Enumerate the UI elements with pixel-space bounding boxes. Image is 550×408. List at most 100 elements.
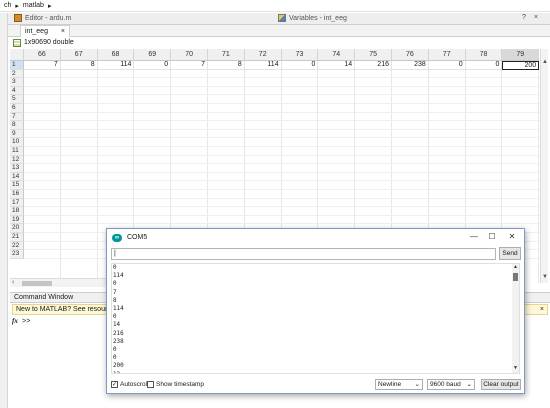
table-cell[interactable]: 0 xyxy=(134,61,172,70)
table-cell[interactable]: 114 xyxy=(244,61,282,70)
command-prompt[interactable]: fx >> xyxy=(12,317,30,326)
scroll-down-icon[interactable]: ▼ xyxy=(541,274,549,280)
scroll-left-icon[interactable]: ‹ xyxy=(12,279,14,286)
row-header[interactable]: 16 xyxy=(10,190,24,199)
line-ending-select[interactable]: Newline ⌄ xyxy=(375,379,423,390)
show-timestamp-checkbox[interactable]: Show timestamp xyxy=(147,381,204,388)
window-close-icon[interactable]: ✕ xyxy=(501,231,523,243)
row-header[interactable]: 5 xyxy=(10,95,24,104)
serial-input[interactable]: | xyxy=(111,248,496,260)
table-cell[interactable]: 0 xyxy=(428,61,466,70)
column-header[interactable]: 79 xyxy=(502,49,540,61)
table-cell[interactable]: 7 xyxy=(24,61,61,70)
column-header[interactable]: 70 xyxy=(171,49,208,61)
table-cell[interactable]: 216 xyxy=(355,61,392,70)
sheet-corner[interactable] xyxy=(10,49,24,61)
table-cell[interactable]: 200 xyxy=(502,61,540,70)
scroll-down-icon[interactable]: ▼ xyxy=(512,365,519,371)
serial-monitor-titlebar[interactable]: ∞ COM5 xyxy=(107,229,524,246)
editor-title[interactable]: Editor - ardu.m xyxy=(14,14,71,22)
row-header[interactable]: 9 xyxy=(10,129,24,139)
row-header[interactable]: 4 xyxy=(10,86,24,96)
checkbox-unchecked-icon[interactable] xyxy=(147,381,154,388)
spreadsheet-horizontal-scrollbar[interactable]: ‹ xyxy=(10,278,106,287)
serial-output[interactable]: 01140781140142162380020012 ▲ ▼ xyxy=(111,263,520,374)
column-header[interactable]: 78 xyxy=(465,49,503,61)
column-header[interactable]: 67 xyxy=(60,49,98,61)
table-cell[interactable]: 0 xyxy=(465,61,503,70)
function-browser-icon[interactable]: fx xyxy=(12,317,18,325)
row-header[interactable]: 20 xyxy=(10,224,24,233)
row-header[interactable]: 17 xyxy=(10,198,24,208)
row-header[interactable]: 1 xyxy=(10,61,24,70)
table-cell[interactable]: 114 xyxy=(97,61,135,70)
row-header[interactable]: 11 xyxy=(10,147,24,156)
scrollbar-thumb[interactable] xyxy=(513,273,518,281)
row-header[interactable]: 12 xyxy=(10,155,24,165)
column-header[interactable]: 75 xyxy=(355,49,392,61)
row-header[interactable]: 13 xyxy=(10,164,24,173)
grid-line xyxy=(24,171,540,173)
grid-line xyxy=(24,85,540,87)
variables-title[interactable]: Variables - int_eeg xyxy=(278,14,347,22)
row-header[interactable]: 14 xyxy=(10,172,24,182)
column-header[interactable]: 69 xyxy=(134,49,172,61)
row-header[interactable]: 21 xyxy=(10,233,24,242)
row-header[interactable]: 22 xyxy=(10,241,24,251)
column-header[interactable]: 73 xyxy=(281,49,319,61)
breadcrumb-part[interactable]: matlab xyxy=(23,2,44,9)
table-cell[interactable]: 14 xyxy=(318,61,356,70)
row-header[interactable]: 10 xyxy=(10,138,24,147)
grid-line xyxy=(24,189,540,190)
grid-line xyxy=(24,137,540,139)
row-header[interactable]: 2 xyxy=(10,69,24,79)
table-cell[interactable]: 0 xyxy=(281,61,319,70)
table-cell[interactable]: 238 xyxy=(392,61,429,70)
baud-rate-select[interactable]: 9600 baud ⌄ xyxy=(427,379,475,390)
row-header[interactable]: 7 xyxy=(10,112,24,122)
row-header[interactable]: 3 xyxy=(10,78,24,87)
row-header[interactable]: 18 xyxy=(10,207,24,216)
column-header[interactable]: 66 xyxy=(24,49,61,61)
scroll-up-icon[interactable]: ▲ xyxy=(512,264,519,270)
column-header[interactable]: 72 xyxy=(244,49,282,61)
scrollbar-thumb[interactable] xyxy=(22,281,52,286)
maximize-icon[interactable]: ☐ xyxy=(481,231,503,243)
breadcrumb-part[interactable]: ch xyxy=(4,2,11,9)
row-header[interactable]: 15 xyxy=(10,181,24,190)
row-header[interactable]: 6 xyxy=(10,104,24,113)
close-icon[interactable]: × xyxy=(534,14,538,21)
spreadsheet-vertical-scrollbar[interactable]: ▲ ▼ xyxy=(540,49,548,283)
row-header[interactable]: 19 xyxy=(10,215,24,225)
scroll-up-icon[interactable]: ▲ xyxy=(541,59,549,65)
serial-monitor-title: COM5 xyxy=(127,234,148,241)
table-cell[interactable]: 7 xyxy=(171,61,208,70)
left-dock-strip xyxy=(0,13,8,408)
column-header[interactable]: 77 xyxy=(428,49,466,61)
variables-title-text: Variables - int_eeg xyxy=(289,14,347,22)
checkbox-checked-icon[interactable]: ✓ xyxy=(111,381,118,388)
row-header[interactable]: 23 xyxy=(10,250,24,259)
grid-line xyxy=(24,197,540,199)
output-scrollbar[interactable]: ▲ ▼ xyxy=(512,264,519,373)
autoscroll-checkbox[interactable]: ✓ Autoscroll xyxy=(111,381,149,388)
baud-rate-value: 9600 baud xyxy=(430,381,461,388)
send-button[interactable]: Send xyxy=(499,247,521,260)
banner-close-icon[interactable]: × xyxy=(540,305,544,314)
tab-close-icon[interactable]: × xyxy=(61,28,65,35)
output-line: 0 xyxy=(113,347,117,354)
clear-output-button[interactable]: Clear output xyxy=(481,379,521,390)
serial-monitor-window[interactable]: ∞ COM5 — ☐ ✕ | Send 0 114 0 7 8 114 0 14 216 238 0… xyxy=(106,228,525,394)
column-header[interactable]: 68 xyxy=(97,49,135,61)
tab-int-eeg[interactable]: int_eeg × xyxy=(20,25,70,37)
table-cell[interactable]: 8 xyxy=(208,61,245,70)
breadcrumb-separator[interactable]: ▸ xyxy=(48,2,52,10)
row-header[interactable]: 8 xyxy=(10,121,24,130)
column-header[interactable]: 71 xyxy=(208,49,245,61)
help-icon[interactable]: ? xyxy=(522,14,526,21)
breadcrumb: ch ▸ matlab ▸ xyxy=(0,0,550,12)
column-header[interactable]: 76 xyxy=(392,49,429,61)
variable-grid-icon xyxy=(13,38,21,47)
table-cell[interactable]: 8 xyxy=(60,61,98,70)
column-header[interactable]: 74 xyxy=(318,49,356,61)
